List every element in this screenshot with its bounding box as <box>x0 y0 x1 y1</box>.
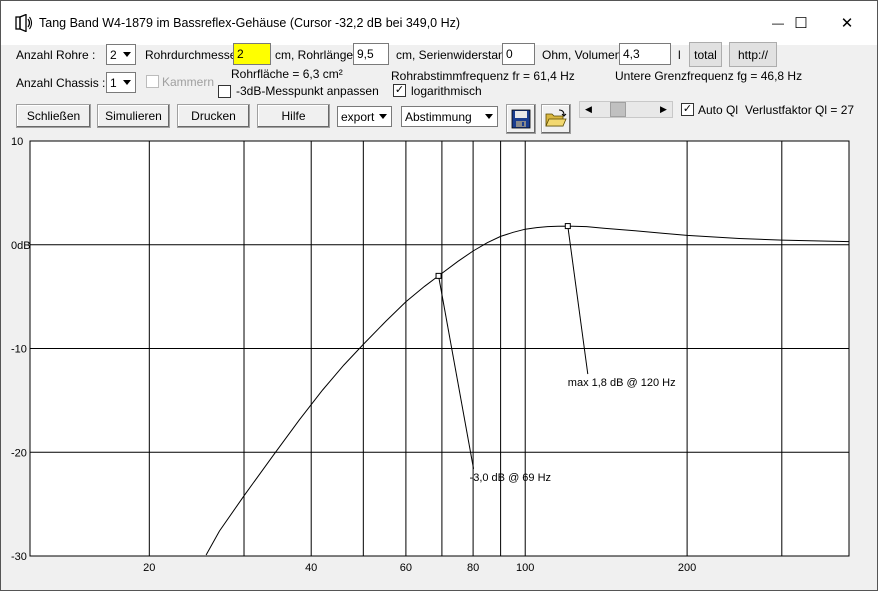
rohrdurchmesser-input[interactable]: 2 <box>233 43 271 65</box>
close-icon: ✕ <box>840 15 854 32</box>
verlustfaktor-text: Verlustfaktor Ql = 27 <box>745 103 855 117</box>
frequency-response-chart[interactable]: 10 0dB -10 -20 -30 20 40 60 80 100 200 -3,0 dB @ 69… <box>1 131 877 590</box>
check-icon: ✓ <box>682 103 693 115</box>
chevron-down-icon <box>119 73 135 92</box>
serienwiderstand-input[interactable]: 0 <box>502 43 535 65</box>
anzahl-rohre-value: 2 <box>110 47 117 62</box>
simulieren-button[interactable]: Simulieren <box>97 104 170 128</box>
kammern-label: Kammern <box>162 75 215 89</box>
total-button[interactable]: total <box>689 42 722 67</box>
hilfe-button[interactable]: Hilfe <box>257 104 330 128</box>
annotation-marker <box>435 272 442 279</box>
messpunkt-label: -3dB-Messpunkt anpassen <box>236 84 379 98</box>
auto-ql-label: Auto Ql <box>698 103 739 117</box>
annotation-marker <box>564 223 571 230</box>
logarithmisch-checkbox[interactable]: ✓ <box>393 84 406 97</box>
check-icon: ✓ <box>394 84 405 96</box>
anzahl-rohre-select[interactable]: 2 <box>106 44 136 65</box>
drucken-button[interactable]: Drucken <box>177 104 250 128</box>
floppy-disk-icon <box>511 109 531 129</box>
export-value: export <box>341 109 375 124</box>
scroll-right-icon[interactable]: ▶ <box>655 102 672 117</box>
annotation-label: max 1,8 dB @ 120 Hz <box>568 377 676 389</box>
chevron-down-icon <box>119 45 135 64</box>
save-button[interactable] <box>506 104 536 134</box>
abstimmung-value: Abstimmung <box>405 109 472 124</box>
serienwiderstand-label: cm, Serienwiderstand <box>396 48 512 62</box>
x-tick-label: 20 <box>143 562 155 574</box>
title-bar: Tang Band W4-1879 im Bassreflex-Gehäuse … <box>1 1 877 45</box>
x-tick-label: 80 <box>467 562 479 574</box>
rohrdurchmesser-label: Rohrdurchmesser <box>145 48 241 62</box>
anzahl-chassis-select[interactable]: 1 <box>106 72 136 93</box>
close-window-button[interactable]: ✕ <box>824 1 870 45</box>
x-tick-label: 40 <box>305 562 317 574</box>
y-tick-label: -30 <box>11 551 27 563</box>
grenzfrequenz-text: Untere Grenzfrequenz fg = 46,8 Hz <box>615 69 803 83</box>
chevron-down-icon <box>481 107 497 126</box>
maximize-button[interactable]: ☐ <box>778 1 824 45</box>
volumen-unit: l <box>678 48 681 62</box>
y-tick-label: -20 <box>11 447 27 459</box>
auto-ql-checkbox[interactable]: ✓ <box>681 103 694 116</box>
speaker-app-icon <box>15 14 33 32</box>
x-tick-label: 60 <box>400 562 412 574</box>
y-tick-label: 10 <box>11 136 23 148</box>
x-tick-label: 100 <box>516 562 534 574</box>
y-tick-label: 0dB <box>11 240 31 252</box>
volumen-label: Ohm, Volumen <box>542 48 622 62</box>
volumen-input[interactable]: 4,3 <box>619 43 671 65</box>
maximize-icon: ☐ <box>794 15 808 32</box>
open-button[interactable] <box>541 104 571 134</box>
anzahl-rohre-label: Anzahl Rohre : <box>16 48 96 62</box>
rohrflaeche-text: Rohrfläche = 6,3 cm² <box>231 67 343 81</box>
abstimmung-select[interactable]: Abstimmung <box>401 106 498 127</box>
rohrlaenge-label: cm, Rohrlänge <box>275 48 354 62</box>
ql-scrollbar[interactable]: ◀ ▶ <box>579 101 673 118</box>
rohrabstimm-text: Rohrabstimmfrequenz fr = 61,4 Hz <box>391 69 575 83</box>
messpunkt-checkbox[interactable] <box>218 85 231 98</box>
scroll-left-icon[interactable]: ◀ <box>580 102 597 117</box>
http-button[interactable]: http:// <box>729 42 777 67</box>
kammern-checkbox[interactable] <box>146 75 159 88</box>
rohrlaenge-input[interactable]: 9,5 <box>353 43 389 65</box>
anzahl-chassis-label: Anzahl Chassis : <box>16 76 106 90</box>
x-tick-label: 200 <box>678 562 696 574</box>
annotation-label: -3,0 dB @ 69 Hz <box>470 472 551 484</box>
anzahl-chassis-value: 1 <box>110 75 117 90</box>
chevron-down-icon <box>375 107 391 126</box>
logarithmisch-label: logarithmisch <box>411 84 482 98</box>
y-tick-label: -10 <box>11 344 27 356</box>
open-folder-icon <box>545 109 567 127</box>
schliessen-button[interactable]: Schließen <box>16 104 91 128</box>
export-select[interactable]: export <box>337 106 392 127</box>
scroll-thumb[interactable] <box>610 102 626 117</box>
app-window: Tang Band W4-1879 im Bassreflex-Gehäuse … <box>0 0 878 591</box>
window-title: Tang Band W4-1879 im Bassreflex-Gehäuse … <box>39 16 461 30</box>
